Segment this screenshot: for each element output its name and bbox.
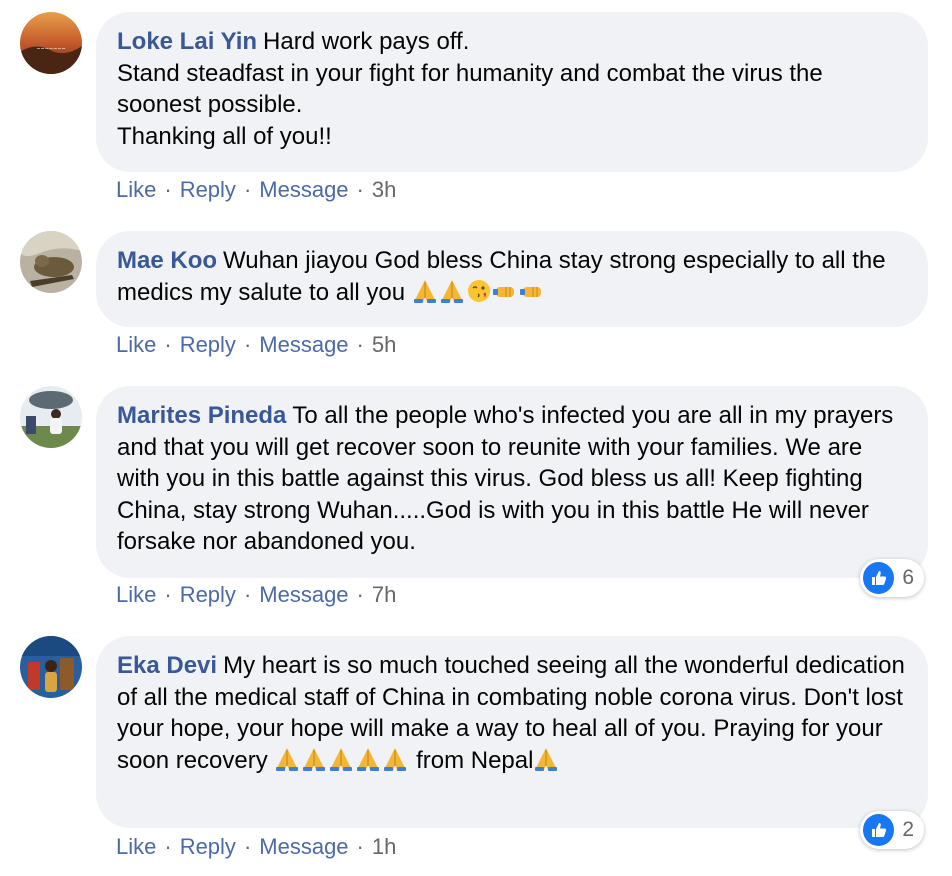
separator: · (243, 332, 252, 357)
comment-bubble: Marites Pineda To all the people who's in… (96, 386, 928, 578)
separator: · (356, 582, 364, 607)
avatar-image: ~~~~~~~ (20, 12, 82, 74)
message-button[interactable]: Message (259, 332, 348, 357)
comment-actions: Like · Reply · Message · 3h (116, 177, 396, 203)
right-fist-emoji (492, 278, 519, 304)
reply-button[interactable]: Reply (180, 177, 236, 202)
thumbs-up-icon (863, 814, 895, 846)
comment-timestamp[interactable]: 1h (372, 834, 396, 859)
comment-timestamp[interactable]: 5h (372, 332, 396, 357)
like-button[interactable]: Like (116, 582, 156, 607)
comment-text-tail: from Nepal (409, 746, 534, 774)
separator: · (356, 332, 364, 357)
reply-button[interactable]: Reply (180, 834, 236, 859)
comment-author[interactable]: Loke Lai Yin (117, 28, 257, 55)
folded-hands-emoji (533, 746, 559, 772)
separator: · (164, 582, 172, 607)
avatar-image (20, 636, 82, 698)
comment-actions: Like · Reply · Message · 5h (116, 332, 396, 358)
svg-text:~~~~~~~: ~~~~~~~ (36, 46, 65, 52)
separator: · (356, 834, 364, 859)
folded-hands-emoji (412, 278, 438, 304)
comment-timestamp[interactable]: 3h (372, 177, 396, 202)
folded-hands-emoji (355, 746, 381, 772)
separator: · (164, 177, 172, 202)
reaction-count: 6 (902, 566, 914, 589)
comment-author[interactable]: Marites Pineda (117, 402, 286, 429)
comment-author[interactable]: Eka Devi (117, 652, 217, 679)
message-button[interactable]: Message (259, 834, 348, 859)
separator: · (243, 582, 252, 607)
separator: · (164, 332, 172, 357)
message-button[interactable]: Message (259, 177, 348, 202)
like-button[interactable]: Like (116, 177, 156, 202)
avatar-image (20, 231, 82, 293)
comment-bubble: Loke Lai Yin Hard work pays off. Stand st… (96, 12, 928, 172)
reaction-summary[interactable]: 2 (860, 811, 924, 849)
folded-hands-emoji (301, 746, 327, 772)
reply-button[interactable]: Reply (180, 332, 236, 357)
separator: · (356, 177, 364, 202)
comment-actions: Like · Reply · Message · 1h (116, 834, 396, 860)
folded-hands-emoji (439, 278, 465, 304)
separator: · (243, 834, 252, 859)
avatar-image (20, 386, 82, 448)
comment-timestamp[interactable]: 7h (372, 582, 396, 607)
reaction-summary[interactable]: 6 (860, 559, 924, 597)
comment-actions: Like · Reply · Message · 7h (116, 582, 396, 608)
avatar[interactable] (20, 231, 82, 293)
kissing-face-emoji (466, 278, 492, 304)
avatar[interactable] (20, 636, 82, 698)
comment-author[interactable]: Mae Koo (117, 247, 217, 274)
folded-hands-emoji (274, 746, 300, 772)
comment-bubble: Eka Devi My heart is so much touched seei… (96, 636, 928, 828)
message-button[interactable]: Message (259, 582, 348, 607)
like-button[interactable]: Like (116, 834, 156, 859)
folded-hands-emoji (382, 746, 408, 772)
separator: · (164, 834, 172, 859)
folded-hands-emoji (328, 746, 354, 772)
comment-bubble: Mae Koo Wuhan jiayou God bless China stay… (96, 231, 928, 327)
right-fist-emoji (519, 278, 546, 304)
like-button[interactable]: Like (116, 332, 156, 357)
avatar[interactable]: ~~~~~~~ (20, 12, 82, 74)
reaction-count: 2 (902, 818, 914, 841)
avatar[interactable] (20, 386, 82, 448)
separator: · (243, 177, 252, 202)
thumbs-up-icon (863, 562, 895, 594)
reply-button[interactable]: Reply (180, 582, 236, 607)
